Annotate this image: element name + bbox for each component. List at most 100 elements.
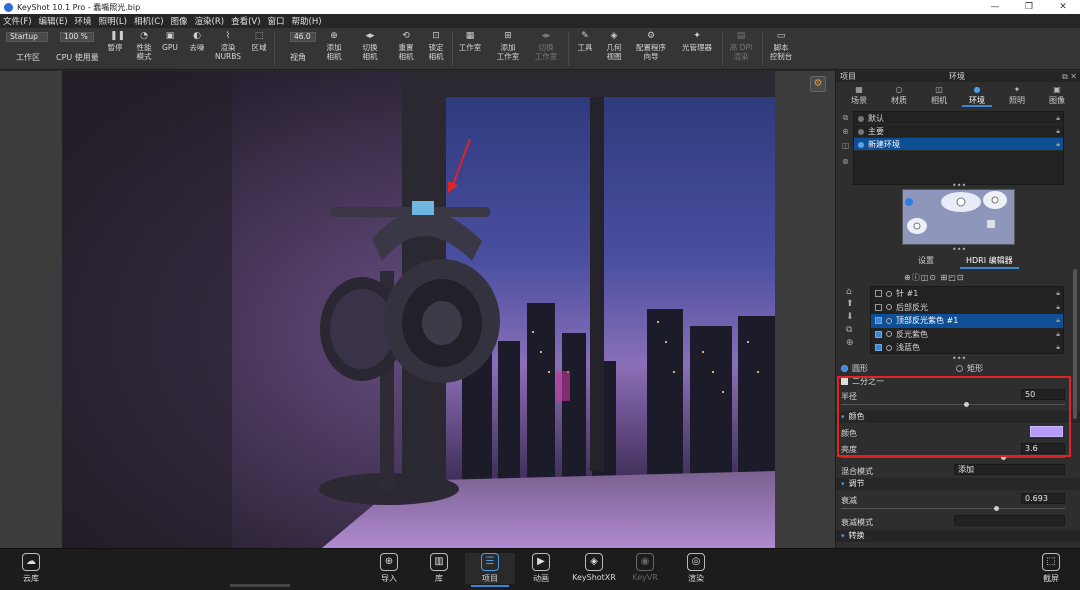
brightness-slider[interactable] (841, 455, 1065, 460)
render-button[interactable]: ◎ 渲染 (671, 553, 721, 584)
viewport-settings-button[interactable]: ⚙ (810, 76, 826, 92)
hdri-preview[interactable] (902, 189, 1015, 245)
blend-mode-select[interactable]: 添加 (954, 464, 1065, 475)
reset-camera-button[interactable]: ⟲ 重置 相机 (394, 31, 418, 61)
field-of-view-field[interactable]: 46.0 (290, 32, 316, 42)
project-button[interactable]: ☰ 项目 (465, 553, 515, 587)
library-button[interactable]: ▥ 库 (414, 553, 464, 584)
add-pin-icon[interactable]: ⊕ (846, 338, 854, 348)
falloff-slider[interactable] (841, 506, 1065, 511)
lock-icon[interactable]: 🔒︎ (1056, 301, 1060, 314)
tab-image[interactable]: ▣ 图像 (1038, 85, 1076, 107)
performance-mode-button[interactable]: ◔ 性能 模式 (132, 31, 156, 61)
animation-button[interactable]: ▶ 动画 (516, 553, 566, 584)
studio-button[interactable]: ▦ 工作室 (456, 31, 484, 52)
workspace-select[interactable]: Startup (6, 32, 48, 42)
shape-circle-radio[interactable]: 圆形 (841, 363, 868, 374)
tools-button[interactable]: ✎ 工具 (574, 31, 596, 52)
lock-icon[interactable]: 🔒︎ (1056, 328, 1060, 341)
splitter-handle[interactable]: ••• (952, 354, 966, 363)
hdri-editor-toolbar[interactable]: ⊕ⓘ◫⊙ ⊞◰⊡ (904, 272, 964, 283)
close-button[interactable]: ✕ (1046, 0, 1080, 14)
add-environment-icon[interactable]: ⊕ (841, 127, 850, 136)
cloud-library-button[interactable]: ☁ 云库 (6, 553, 56, 584)
list-item[interactable]: 针 #1 🔒︎ (871, 287, 1063, 301)
visibility-checkbox[interactable] (875, 290, 882, 297)
script-console-button[interactable]: ▭ 脚本 控制台 (766, 31, 796, 61)
list-item[interactable]: 浅蓝色 🔒︎ (871, 341, 1063, 355)
visibility-checkbox[interactable] (875, 330, 882, 338)
switch-studio-button[interactable]: ◂▸ 切换 工作室 (532, 31, 560, 61)
pin-icon[interactable]: ⌂ (846, 287, 852, 297)
move-up-icon[interactable]: ⬆ (846, 299, 854, 309)
pause-button[interactable]: ❚❚ 暂停 (104, 31, 126, 52)
add-studio-button[interactable]: ⊞ 添加 工作室 (494, 31, 522, 61)
import-button[interactable]: ⊕ 导入 (364, 553, 414, 584)
delete-icon[interactable]: ⊗ (841, 157, 850, 166)
visibility-checkbox[interactable] (875, 344, 882, 351)
lock-icon[interactable]: 🔒︎ (1056, 112, 1060, 125)
tab-settings[interactable]: 设置 (918, 255, 934, 266)
minimize-button[interactable]: — (978, 0, 1012, 14)
lock-icon[interactable]: 🔒︎ (1056, 125, 1060, 138)
menu-image[interactable]: 图像 (171, 15, 188, 27)
panel-scrollbar[interactable] (1073, 269, 1077, 419)
visibility-checkbox[interactable] (875, 303, 882, 311)
switch-camera-button[interactable]: ◂▸ 切换 相机 (358, 31, 382, 61)
high-dpi-render-button[interactable]: ▤ 高 DPI 渲染 (726, 31, 756, 61)
copy-pin-icon[interactable]: ⧉ (846, 325, 852, 335)
menu-view[interactable]: 查看(V) (231, 15, 260, 27)
lock-icon[interactable]: 🔒︎ (1056, 287, 1060, 300)
transform-section-header[interactable]: ▾ 转换 (836, 530, 1080, 542)
panel-close-icon[interactable]: ⧉ ✕ (1062, 71, 1077, 82)
menu-render[interactable]: 渲染(R) (195, 15, 225, 27)
render-nurbs-button[interactable]: ⌇ 渲染 NURBS (214, 31, 242, 61)
duplicate-icon[interactable]: ⧉ (841, 113, 850, 122)
list-item[interactable]: 反光紫色 🔒︎ (871, 328, 1063, 342)
tab-lighting[interactable]: ✦ 照明 (998, 85, 1036, 107)
menu-camera[interactable]: 相机(C) (134, 15, 164, 27)
maximize-button[interactable]: ❐ (1012, 0, 1046, 14)
add-camera-button[interactable]: ⊕ 添加 相机 (322, 31, 346, 61)
shape-rectangle-radio[interactable]: 矩形 (956, 363, 983, 374)
falloff-input[interactable]: 0.693 (1021, 493, 1065, 504)
tab-hdri-editor[interactable]: HDRI 编辑器 (960, 255, 1019, 269)
gpu-button[interactable]: ▣ GPU (160, 31, 180, 52)
tab-camera[interactable]: ◫ 相机 (920, 85, 958, 107)
menu-window[interactable]: 窗口 (268, 15, 285, 27)
list-item[interactable]: 主要 🔒︎ (854, 125, 1063, 138)
slider-knob[interactable] (994, 506, 999, 511)
falloff-mode-select[interactable] (954, 515, 1065, 526)
menu-environment[interactable]: 环境 (75, 15, 92, 27)
list-item[interactable]: 默认 🔒︎ (854, 112, 1063, 125)
lock-icon[interactable]: 🔒︎ (1056, 341, 1060, 354)
light-manager-button[interactable]: ✦ 光管理器 (678, 31, 716, 52)
lock-camera-button[interactable]: ⊡ 锁定 相机 (424, 31, 448, 61)
list-item[interactable]: 顶部反光紫色 #1 🔒︎ (871, 314, 1063, 328)
configurator-wizard-button[interactable]: ⚙ 配置程序 向导 (632, 31, 670, 61)
keyvr-button[interactable]: ◉ KeyVR (620, 553, 670, 582)
lock-icon[interactable]: 🔒︎ (1056, 138, 1060, 151)
bottom-scrollbar[interactable] (230, 584, 290, 587)
keyshotxr-button[interactable]: ◈ KeyShotXR (569, 553, 619, 582)
copy-icon[interactable]: ◫ (841, 141, 850, 150)
screenshot-button[interactable]: ⬚ 截屏 (1026, 553, 1076, 584)
splitter-handle[interactable]: ••• (952, 245, 966, 254)
tab-environment[interactable]: ● 环境 (958, 85, 996, 107)
list-item[interactable]: 后部反光 🔒︎ (871, 301, 1063, 315)
adjust-section-header[interactable]: ▾ 调节 (836, 478, 1080, 490)
menu-lighting[interactable]: 照明(L) (99, 15, 127, 27)
region-button[interactable]: ⬚ 区域 (248, 31, 270, 52)
tab-material[interactable]: ○ 材质 (880, 85, 918, 107)
cpu-usage-field[interactable]: 100 % (60, 32, 94, 42)
visibility-checkbox[interactable] (875, 317, 882, 324)
list-item[interactable]: 新建环境 🔒︎ (854, 138, 1063, 151)
menu-edit[interactable]: 编辑(E) (39, 15, 68, 27)
tab-scene[interactable]: ▦ 场景 (840, 85, 878, 107)
render-viewport[interactable] (62, 71, 775, 548)
menu-help[interactable]: 帮助(H) (292, 15, 322, 27)
menu-file[interactable]: 文件(F) (3, 15, 32, 27)
move-down-icon[interactable]: ⬇ (846, 312, 854, 322)
geometry-view-button[interactable]: ◈ 几何 视图 (602, 31, 626, 61)
denoise-button[interactable]: ◐ 去噪 (186, 31, 208, 52)
